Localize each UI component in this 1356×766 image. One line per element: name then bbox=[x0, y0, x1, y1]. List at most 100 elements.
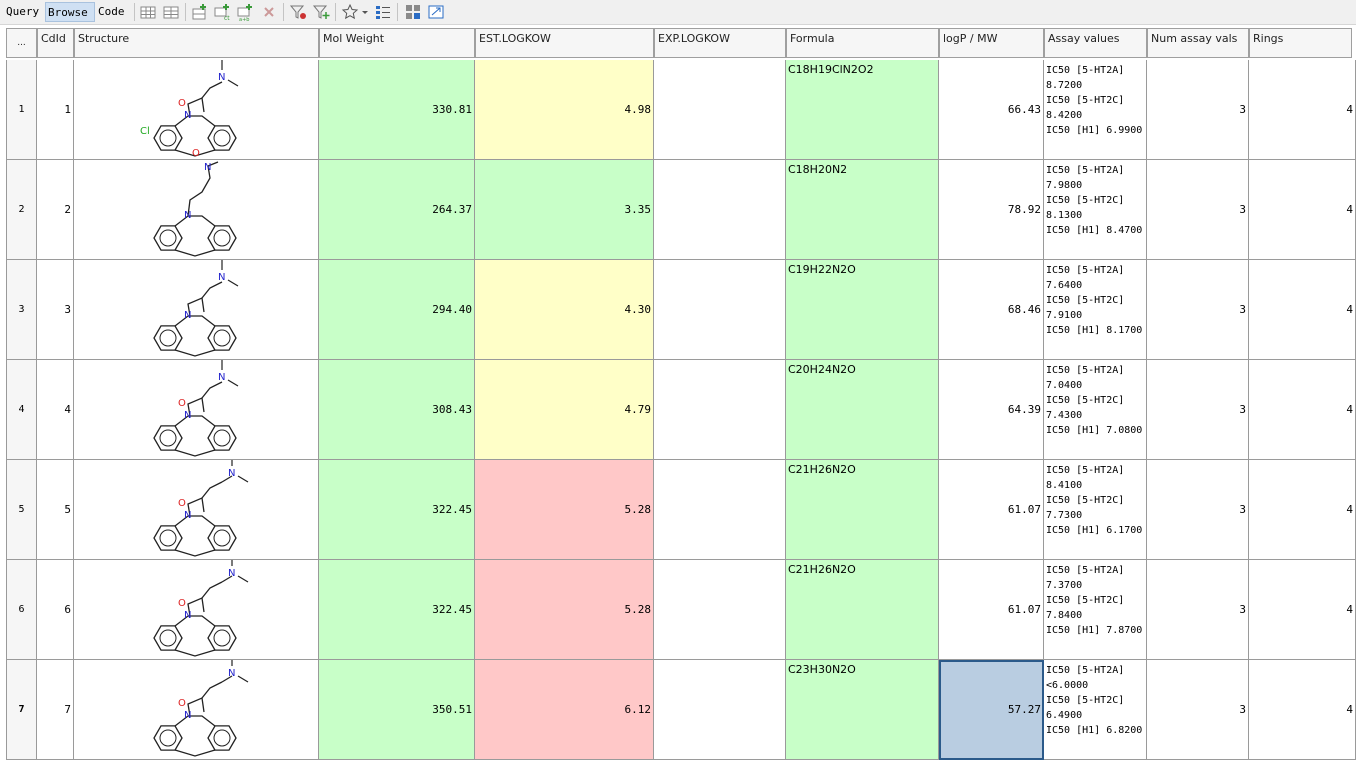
header-logp-mw[interactable]: logP / MW bbox=[939, 28, 1044, 58]
table-row[interactable]: 7 7 N O N 350.51 6.12 C23H30N2O 57.27 IC50 [5-HT2… bbox=[0, 660, 1356, 760]
table-row[interactable]: 1 1 N O N Cl O 330.81 4.98 C18H19ClN2O2 66.43 IC50 … bbox=[0, 60, 1356, 160]
cdid-cell[interactable]: 2 bbox=[37, 160, 74, 260]
grid-view-icon[interactable] bbox=[139, 3, 157, 21]
structure-cell[interactable]: NN bbox=[74, 160, 319, 260]
logp-mw-cell[interactable]: 57.27 bbox=[939, 660, 1044, 760]
header-num-assay-vals[interactable]: Num assay vals bbox=[1147, 28, 1249, 58]
exp-logkow-cell[interactable] bbox=[654, 460, 786, 560]
query-mode-button[interactable]: Query bbox=[4, 2, 41, 22]
grid-layout-icon[interactable] bbox=[404, 3, 422, 21]
formula-cell[interactable]: C21H26N2O bbox=[786, 460, 939, 560]
est-logkow-cell[interactable]: 4.30 bbox=[475, 260, 654, 360]
table-row[interactable]: 4 4 N O N 308.43 4.79 C20H24N2O 64.39 IC50 [5-HT2… bbox=[0, 360, 1356, 460]
rings-cell[interactable]: 4 bbox=[1249, 660, 1356, 760]
exp-logkow-cell[interactable] bbox=[654, 160, 786, 260]
rings-cell[interactable]: 4 bbox=[1249, 360, 1356, 460]
formula-cell[interactable]: C20H24N2O bbox=[786, 360, 939, 460]
logp-mw-cell[interactable]: 64.39 bbox=[939, 360, 1044, 460]
logp-mw-cell[interactable]: 78.92 bbox=[939, 160, 1044, 260]
assay-values-cell[interactable]: IC50 [5-HT2A] 7.3700 IC50 [5-HT2C] 7.840… bbox=[1044, 560, 1147, 660]
exp-logkow-cell[interactable] bbox=[654, 260, 786, 360]
table-row[interactable]: 2 2 N N 264.37 3.35 C18H20N2 78.92 IC50 [5-HT2A]… bbox=[0, 160, 1356, 260]
row-number[interactable]: 1 bbox=[6, 60, 37, 160]
delete-icon[interactable] bbox=[260, 3, 278, 21]
exp-logkow-cell[interactable] bbox=[654, 60, 786, 160]
filter-clear-icon[interactable] bbox=[289, 3, 307, 21]
header-formula[interactable]: Formula bbox=[786, 28, 939, 58]
mol-weight-cell[interactable]: 264.37 bbox=[319, 160, 475, 260]
header-exp-logkow[interactable]: EXP.LOGKOW bbox=[654, 28, 786, 58]
assay-values-cell[interactable]: IC50 [5-HT2A] 8.7200 IC50 [5-HT2C] 8.420… bbox=[1044, 60, 1147, 160]
rings-cell[interactable]: 4 bbox=[1249, 60, 1356, 160]
assay-values-cell[interactable]: IC50 [5-HT2A] <6.0000 IC50 [5-HT2C] 6.49… bbox=[1044, 660, 1147, 760]
structure-cell[interactable]: NON bbox=[74, 460, 319, 560]
structure-cell[interactable]: NON bbox=[74, 360, 319, 460]
num-assay-cell[interactable]: 3 bbox=[1147, 460, 1249, 560]
exp-logkow-cell[interactable] bbox=[654, 360, 786, 460]
row-number[interactable]: 7 bbox=[6, 660, 37, 760]
cdid-cell[interactable]: 3 bbox=[37, 260, 74, 360]
row-number[interactable]: 3 bbox=[6, 260, 37, 360]
cdid-cell[interactable]: 7 bbox=[37, 660, 74, 760]
est-logkow-cell[interactable]: 5.28 bbox=[475, 560, 654, 660]
logp-mw-cell[interactable]: 61.07 bbox=[939, 460, 1044, 560]
logp-mw-cell[interactable]: 61.07 bbox=[939, 560, 1044, 660]
assay-values-cell[interactable]: IC50 [5-HT2A] 7.6400 IC50 [5-HT2C] 7.910… bbox=[1044, 260, 1147, 360]
mol-weight-cell[interactable]: 322.45 bbox=[319, 560, 475, 660]
num-assay-cell[interactable]: 3 bbox=[1147, 660, 1249, 760]
add-row-icon[interactable] bbox=[191, 3, 209, 21]
est-logkow-cell[interactable]: 3.35 bbox=[475, 160, 654, 260]
chevron-down-icon[interactable] bbox=[360, 3, 370, 21]
mol-weight-cell[interactable]: 308.43 bbox=[319, 360, 475, 460]
structure-cell[interactable]: N O N Cl O bbox=[74, 60, 319, 160]
row-number[interactable]: 5 bbox=[6, 460, 37, 560]
add-row-batch-icon[interactable]: a+b bbox=[237, 3, 255, 21]
est-logkow-cell[interactable]: 6.12 bbox=[475, 660, 654, 760]
header-cdid[interactable]: CdId bbox=[37, 28, 74, 58]
num-assay-cell[interactable]: 3 bbox=[1147, 560, 1249, 660]
browse-mode-button[interactable]: Browse bbox=[45, 2, 95, 22]
num-assay-cell[interactable]: 3 bbox=[1147, 160, 1249, 260]
exp-logkow-cell[interactable] bbox=[654, 560, 786, 660]
num-assay-cell[interactable]: 3 bbox=[1147, 260, 1249, 360]
cdid-cell[interactable]: 1 bbox=[37, 60, 74, 160]
num-assay-cell[interactable]: 3 bbox=[1147, 360, 1249, 460]
add-row-ct-icon[interactable]: ct bbox=[214, 3, 232, 21]
formula-cell[interactable]: C19H22N2O bbox=[786, 260, 939, 360]
formula-cell[interactable]: C21H26N2O bbox=[786, 560, 939, 660]
mol-weight-cell[interactable]: 330.81 bbox=[319, 60, 475, 160]
header-structure[interactable]: Structure bbox=[74, 28, 319, 58]
list-icon[interactable] bbox=[374, 3, 392, 21]
mol-weight-cell[interactable]: 322.45 bbox=[319, 460, 475, 560]
corner-header[interactable]: ... bbox=[6, 28, 37, 58]
logp-mw-cell[interactable]: 68.46 bbox=[939, 260, 1044, 360]
est-logkow-cell[interactable]: 4.98 bbox=[475, 60, 654, 160]
formula-cell[interactable]: C23H30N2O bbox=[786, 660, 939, 760]
cdid-cell[interactable]: 6 bbox=[37, 560, 74, 660]
structure-cell[interactable]: NON bbox=[74, 660, 319, 760]
table-row[interactable]: 5 5 N O N 322.45 5.28 C21H26N2O 61.07 IC50 [5-HT2… bbox=[0, 460, 1356, 560]
cdid-cell[interactable]: 4 bbox=[37, 360, 74, 460]
table-row[interactable]: 6 6 N O N 322.45 5.28 C21H26N2O 61.07 IC50 [5-HT2… bbox=[0, 560, 1356, 660]
mol-weight-cell[interactable]: 350.51 bbox=[319, 660, 475, 760]
rings-cell[interactable]: 4 bbox=[1249, 460, 1356, 560]
row-number[interactable]: 2 bbox=[6, 160, 37, 260]
star-icon[interactable] bbox=[341, 3, 359, 21]
header-assay-values[interactable]: Assay values bbox=[1044, 28, 1147, 58]
header-mol-weight[interactable]: Mol Weight bbox=[319, 28, 475, 58]
cdid-cell[interactable]: 5 bbox=[37, 460, 74, 560]
rings-cell[interactable]: 4 bbox=[1249, 160, 1356, 260]
assay-values-cell[interactable]: IC50 [5-HT2A] 7.9800 IC50 [5-HT2C] 8.130… bbox=[1044, 160, 1147, 260]
rings-cell[interactable]: 4 bbox=[1249, 560, 1356, 660]
rings-cell[interactable]: 4 bbox=[1249, 260, 1356, 360]
structure-cell[interactable]: NN bbox=[74, 260, 319, 360]
assay-values-cell[interactable]: IC50 [5-HT2A] 8.4100 IC50 [5-HT2C] 7.730… bbox=[1044, 460, 1147, 560]
logp-mw-cell[interactable]: 66.43 bbox=[939, 60, 1044, 160]
export-icon[interactable] bbox=[427, 3, 445, 21]
row-number[interactable]: 6 bbox=[6, 560, 37, 660]
form-view-icon[interactable] bbox=[162, 3, 180, 21]
table-row[interactable]: 3 3 N N 294.40 4.30 C19H22N2O 68.46 IC50 [5-HT2A… bbox=[0, 260, 1356, 360]
filter-add-icon[interactable] bbox=[312, 3, 330, 21]
header-est-logkow[interactable]: EST.LOGKOW bbox=[475, 28, 654, 58]
mol-weight-cell[interactable]: 294.40 bbox=[319, 260, 475, 360]
